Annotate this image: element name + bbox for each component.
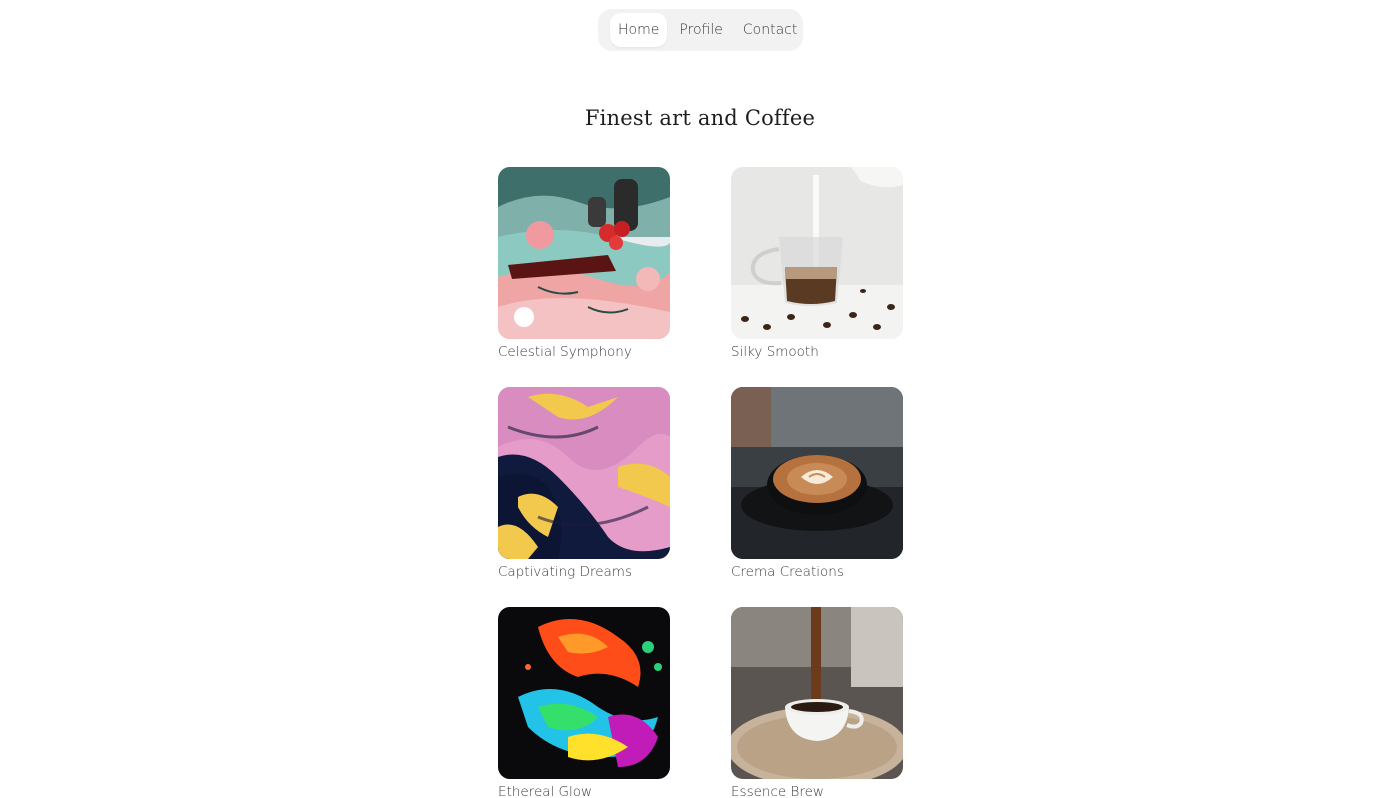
gallery-card: Ethereal Glow [498,607,670,798]
milk-pour-coffee-graphic [731,167,903,339]
gallery-caption: Captivating Dreams [498,564,632,580]
gallery-card: Celestial Symphony [498,167,670,361]
page-title: Finest art and Coffee [584,106,816,131]
espresso-pour-graphic [731,607,903,779]
marble-art-image[interactable] [498,387,670,559]
top-nav: Home Profile Contact [598,9,803,51]
nav-item-home[interactable]: Home [610,13,668,47]
milk-pour-coffee-image[interactable] [731,167,903,339]
gallery-caption: Ethereal Glow [498,784,593,798]
gallery-grid: Celestial Symphony Silky Smooth Captivat… [498,167,904,798]
gallery-caption: Crema Creations [731,564,844,580]
gallery-card: Captivating Dreams [498,387,670,581]
latte-art-image[interactable] [731,387,903,559]
still-life-painting-graphic [498,167,670,339]
neon-fluid-art-image[interactable] [498,607,670,779]
nav-item-contact[interactable]: Contact [735,13,805,47]
gallery-caption: Silky Smooth [731,344,819,360]
gallery-card: Crema Creations [731,387,903,581]
gallery-card: Silky Smooth [731,167,903,361]
espresso-pour-image[interactable] [731,607,903,779]
page: Home Profile Contact Finest art and Coff… [0,0,1400,798]
latte-art-graphic [731,387,903,559]
marble-art-graphic [498,387,670,559]
still-life-painting-image[interactable] [498,167,670,339]
gallery-caption: Celestial Symphony [498,344,632,360]
neon-fluid-art-graphic [498,607,670,779]
nav-item-profile[interactable]: Profile [671,13,731,47]
gallery-caption: Essence Brew [731,784,824,798]
gallery-card: Essence Brew [731,607,903,798]
